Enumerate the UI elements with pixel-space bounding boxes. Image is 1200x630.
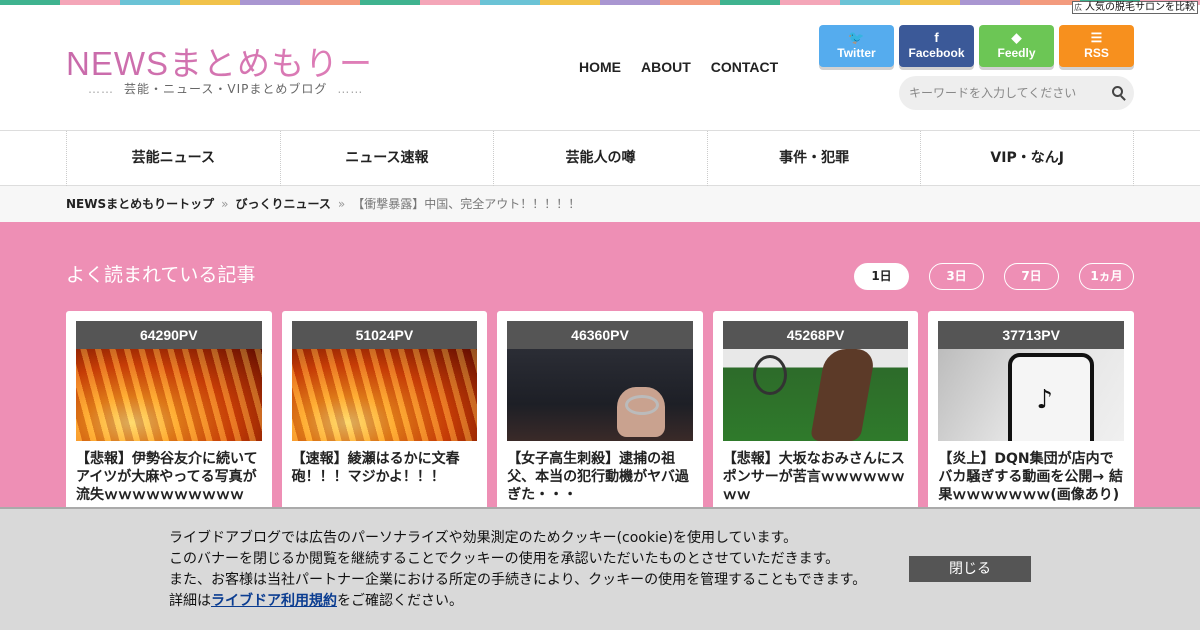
article-thumbnail[interactable]	[938, 349, 1124, 441]
nav-home[interactable]: HOME	[579, 59, 621, 75]
feedly-button[interactable]: ◆ Feedly	[979, 25, 1054, 67]
article-thumbnail[interactable]	[76, 349, 262, 441]
nav-contact[interactable]: CONTACT	[711, 59, 778, 75]
category-nav: 芸能ニュース ニュース速報 芸能人の噂 事件・犯罪 VIP・なんJ	[0, 131, 1200, 186]
pageview-count: 37713PV	[938, 321, 1124, 349]
period-tab[interactable]: 3日	[929, 263, 984, 290]
social-label: Facebook	[908, 46, 965, 60]
top-nav: HOME ABOUT CONTACT	[579, 59, 778, 75]
article-title[interactable]: 【速報】綾瀬はるかに文春砲！！！マジかよ！！！	[292, 441, 478, 486]
cookie-line: 詳細はライブドア利用規約をご確認ください。	[169, 591, 866, 612]
cookie-line-prefix: 詳細は	[169, 593, 211, 609]
pageview-count: 64290PV	[76, 321, 262, 349]
tagline-dots-left: ……	[88, 82, 114, 96]
site-header: NEWSまとめもりー …… 芸能・ニュース・VIPまとめブログ …… HOME AB…	[0, 5, 1200, 131]
rss-icon: ☰	[1090, 30, 1103, 45]
period-tab[interactable]: 1日	[854, 263, 909, 290]
rss-button[interactable]: ☰ RSS	[1059, 25, 1134, 67]
social-label: Twitter	[837, 46, 876, 60]
cookie-line: また、お客様は当社パートナー企業における所定の手続きにより、クッキーの使用を管理…	[169, 572, 867, 588]
period-tab[interactable]: 1ヵ月	[1079, 263, 1134, 290]
site-tagline: …… 芸能・ニュース・VIPまとめブログ ……	[78, 80, 373, 97]
facebook-button[interactable]: f Facebook	[899, 25, 974, 67]
twitter-icon: 🐦	[848, 30, 865, 45]
article-title[interactable]: 【悲報】大坂なおみさんにスポンサーが苦言ｗｗｗｗｗｗｗｗ	[723, 441, 909, 504]
period-tab[interactable]: 7日	[1004, 263, 1059, 290]
nav-about[interactable]: ABOUT	[641, 59, 691, 75]
cookie-banner: ライブドアブログでは広告のパーソナライズや効果測定のためクッキー(cookie)…	[0, 507, 1200, 630]
breadcrumb-section[interactable]: びっくりニュース	[235, 197, 330, 211]
breadcrumb: NEWSまとめもりートップ » びっくりニュース » 【衝撃暴露】中国、完全アウト！！！…	[0, 186, 1200, 222]
cookie-line: ライブドアブログでは広告のパーソナライズや効果測定のためクッキー(cookie)…	[169, 530, 798, 546]
popular-title: よく読まれている記事	[66, 264, 256, 286]
article-thumbnail[interactable]	[507, 349, 693, 441]
article-title[interactable]: 【女子高生刺殺】逮捕の祖父、本当の犯行動機がヤバ過ぎた・・・	[507, 441, 693, 504]
article-thumbnail[interactable]	[291, 349, 478, 441]
breadcrumb-separator: »	[221, 197, 229, 211]
search-icon[interactable]	[1112, 86, 1123, 97]
pageview-count: 45268PV	[722, 321, 909, 349]
breadcrumb-current: 【衝撃暴露】中国、完全アウト！！！！！	[352, 197, 581, 211]
cookie-line: このバナーを閉じるか閲覧を継続することでクッキーの使用を承認いただいたものとさせ…	[169, 551, 840, 567]
feedly-icon: ◆	[1011, 30, 1022, 45]
tagline-text: 芸能・ニュース・VIPまとめブログ	[124, 82, 328, 96]
site-logo[interactable]: NEWSまとめもりー	[66, 37, 373, 85]
twitter-button[interactable]: 🐦 Twitter	[819, 25, 894, 67]
cookie-text: ライブドアブログでは広告のパーソナライズや効果測定のためクッキー(cookie)…	[169, 528, 866, 612]
period-tabs: 1日 3日 7日 1ヵ月	[854, 263, 1134, 290]
category-crime[interactable]: 事件・犯罪	[706, 131, 921, 186]
terms-link[interactable]: ライブドア利用規約	[211, 593, 337, 609]
search-box	[899, 76, 1134, 110]
search-input[interactable]	[899, 76, 1099, 110]
facebook-icon: f	[934, 30, 939, 45]
article-title[interactable]: 【悲報】伊勢谷友介に続いてアイツが大麻やってる写真が流失ｗｗｗｗｗｗｗｗｗｗ	[76, 441, 262, 504]
social-buttons: 🐦 Twitter f Facebook ◆ Feedly ☰ RSS	[819, 25, 1134, 67]
category-entertainment[interactable]: 芸能ニュース	[66, 131, 280, 186]
social-label: RSS	[1084, 46, 1109, 60]
cookie-line-suffix: をご確認ください。	[337, 593, 463, 609]
article-thumbnail[interactable]	[722, 349, 909, 441]
breadcrumb-home[interactable]: NEWSまとめもりートップ	[66, 197, 214, 211]
category-breaking-news[interactable]: ニュース速報	[279, 131, 494, 186]
tagline-dots-right: ……	[337, 82, 364, 96]
pageview-count: 51024PV	[291, 321, 478, 349]
cookie-close-button[interactable]: 閉じる	[909, 556, 1031, 582]
category-celebrity-rumors[interactable]: 芸能人の噂	[493, 131, 707, 186]
pageview-count: 46360PV	[507, 321, 693, 349]
article-title[interactable]: 【炎上】DQN集団が店内でバカ騒ぎする動画を公開→ 結果ｗｗｗｗｗｗｗ(画像あり…	[938, 441, 1124, 504]
category-vip-nanj[interactable]: VIP・なんJ	[920, 131, 1134, 186]
breadcrumb-separator: »	[337, 197, 346, 211]
social-label: Feedly	[997, 46, 1036, 60]
